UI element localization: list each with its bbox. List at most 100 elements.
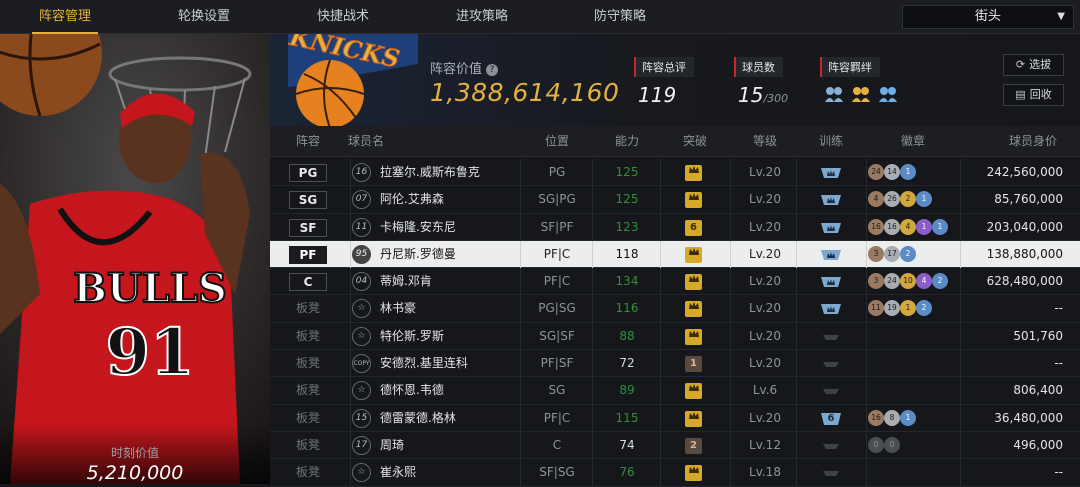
player-name[interactable]: 卡梅隆.安东尼 <box>380 214 456 241</box>
slot-badge[interactable]: C <box>289 273 327 292</box>
col-badges[interactable]: 徽章 <box>868 126 958 157</box>
player-card-art: BULLS 91 <box>0 34 270 484</box>
player-name[interactable]: 德怀恩.韦德 <box>380 377 444 404</box>
help-icon[interactable]: ? <box>486 64 499 76</box>
table-row[interactable]: 板凳 15 德雷蒙德.格林 PF|C 115 Lv.20 6 16 8 1 36,480,000 <box>270 404 1080 432</box>
training-empty-icon[interactable] <box>821 439 841 453</box>
breakthrough-crown-icon[interactable] <box>685 465 702 482</box>
badge-count: 1 <box>916 191 932 208</box>
training-crown-icon[interactable] <box>821 166 841 180</box>
player-name[interactable]: 阿伦.艾弗森 <box>380 186 444 213</box>
bond-icons[interactable] <box>824 85 900 105</box>
player-level: Lv.20 <box>749 165 781 179</box>
column-divider <box>350 213 351 241</box>
column-divider <box>520 350 521 378</box>
table-row[interactable]: PF 95 丹尼斯.罗德曼 PF|C 118 Lv.20 3 17 2 138,880,000 <box>270 240 1080 269</box>
table-row[interactable]: SF 11 卡梅隆.安东尼 SF|PF 123 6 Lv.20 16 16 4 1 1 203,040,… <box>270 213 1080 241</box>
training-crown-icon[interactable] <box>821 193 841 207</box>
recycle-button[interactable]: ▤ 回收 <box>1003 84 1064 106</box>
mode-select[interactable]: 街头 ▼ <box>902 5 1074 29</box>
badge-count: 3 <box>868 245 884 262</box>
tab-offense[interactable]: 进攻策略 <box>427 0 537 34</box>
training-crown-icon[interactable] <box>821 302 841 316</box>
col-lineup[interactable]: 阵容 <box>284 126 332 157</box>
breakthrough-badge[interactable]: 2 <box>685 437 702 454</box>
badge-list[interactable]: 16 8 1 <box>868 409 916 428</box>
col-name[interactable]: 球员名 <box>348 126 418 157</box>
badge-list[interactable]: 24 14 1 <box>868 164 916 182</box>
badge-list[interactable]: 4 26 2 1 <box>868 191 932 209</box>
player-name[interactable]: 蒂姆.邓肯 <box>380 268 432 295</box>
col-position[interactable]: 位置 <box>522 126 592 157</box>
training-crown-icon[interactable] <box>821 275 841 289</box>
player-level: Lv.20 <box>749 410 781 425</box>
table-row[interactable]: 板凳 ☆ 德怀恩.韦德 SG 89 Lv.6 806,400 <box>270 377 1080 405</box>
badge-list[interactable]: 11 19 1 2 <box>868 300 932 318</box>
badge-count: 4 <box>900 218 916 235</box>
recycle-button-label: 回收 <box>1029 88 1052 101</box>
breakthrough-crown-icon[interactable] <box>685 328 702 345</box>
col-level[interactable]: 等级 <box>730 126 800 157</box>
slot-badge[interactable]: SF <box>289 218 327 237</box>
player-name[interactable]: 崔永熙 <box>380 459 416 486</box>
bond-icon-3[interactable] <box>878 85 898 103</box>
breakthrough-badge[interactable]: 6 <box>685 219 702 236</box>
breakthrough-crown-icon[interactable] <box>685 383 702 400</box>
player-name[interactable]: 林书豪 <box>380 295 416 322</box>
select-button[interactable]: ⟳ 选拔 <box>1003 54 1064 76</box>
training-crown-icon[interactable] <box>821 221 841 235</box>
bond-icon-1[interactable] <box>824 85 844 103</box>
tab-lineup[interactable]: 阵容管理 <box>10 0 120 34</box>
player-name[interactable]: 安德烈.基里连科 <box>380 350 468 377</box>
training-empty-icon[interactable] <box>821 384 841 398</box>
slot-badge[interactable]: PF <box>289 245 327 264</box>
col-breakthrough[interactable]: 突破 <box>660 126 730 157</box>
breakthrough-crown-icon[interactable] <box>685 274 702 291</box>
breakthrough-crown-icon[interactable] <box>685 301 702 318</box>
breakthrough-crown-icon[interactable] <box>685 410 702 427</box>
player-salary: 138,880,000 <box>986 246 1063 261</box>
breakthrough-crown-icon[interactable] <box>685 192 702 209</box>
col-training[interactable]: 训练 <box>796 126 866 157</box>
badge-list[interactable]: 00 <box>868 436 900 455</box>
badge-list[interactable]: 3 17 2 <box>868 245 916 264</box>
breakthrough-crown-icon[interactable] <box>685 246 702 263</box>
player-name[interactable]: 拉塞尔.威斯布鲁克 <box>380 159 480 186</box>
star-icon: ☆ <box>352 326 371 346</box>
team-value-label-text: 阵容价值 <box>430 62 483 77</box>
table-row[interactable]: 板凳 ☆ 崔永熙 SF|SG 76 Lv.18 -- <box>270 459 1080 487</box>
col-ability[interactable]: 能力 <box>592 126 662 157</box>
table-row[interactable]: PG 16 拉塞尔.威斯布鲁克 PG 125 Lv.20 24 14 1 242,560,000 <box>270 159 1080 187</box>
col-salary[interactable]: 球员身价 <box>988 126 1078 157</box>
slot-badge[interactable]: PG <box>289 164 327 182</box>
breakthrough-badge[interactable]: 1 <box>685 356 702 373</box>
bond-icon-2[interactable] <box>851 85 871 103</box>
bonds-stat[interactable]: 阵容羁绊 <box>820 56 900 105</box>
player-name[interactable]: 特伦斯.罗斯 <box>380 323 444 350</box>
player-name[interactable]: 丹尼斯.罗德曼 <box>380 241 456 268</box>
column-divider <box>350 240 351 268</box>
table-row[interactable]: 板凳 ☆ 特伦斯.罗斯 SG|SF 88 Lv.20 501,760 <box>270 322 1080 351</box>
badge-list[interactable]: 3 24 10 4 2 <box>868 273 948 291</box>
badge-list[interactable]: 16 16 4 1 1 <box>868 218 948 237</box>
player-name[interactable]: 周琦 <box>380 432 404 459</box>
table-row[interactable]: 板凳 17 周琦 C 74 2 Lv.12 0 0 496,000 <box>270 431 1080 460</box>
player-name[interactable]: 德雷蒙德.格林 <box>380 405 456 432</box>
slot-badge[interactable]: SG <box>289 191 327 210</box>
player-salary: 85,760,000 <box>994 192 1063 207</box>
table-row[interactable]: 板凳 ☆ 林书豪 PG|SG 116 Lv.20 11 19 1 2 -- <box>270 295 1080 323</box>
bench-label: 板凳 <box>295 328 320 343</box>
featured-player-panel[interactable]: BULLS 91 时刻价值 5,210,000 <box>0 34 270 484</box>
table-row[interactable]: 板凳 COPY 安德烈.基里连科 PF|SF 72 1 Lv.20 -- <box>270 350 1080 378</box>
badge-count: 4 <box>916 273 932 290</box>
tab-quick-tactics[interactable]: 快捷战术 <box>288 0 398 34</box>
tab-defense[interactable]: 防守策略 <box>565 0 675 34</box>
tab-rotation[interactable]: 轮换设置 <box>149 0 259 34</box>
table-row[interactable]: SG 07 阿伦.艾弗森 SG|PG 125 Lv.20 4 26 2 1 85,760,000 <box>270 186 1080 214</box>
training-crown-icon[interactable] <box>821 248 841 262</box>
training-empty-icon[interactable] <box>821 466 841 480</box>
table-row[interactable]: C 04 蒂姆.邓肯 PF|C 134 Lv.20 3 24 10 4 2 628,480,000 <box>270 268 1080 296</box>
breakthrough-crown-icon[interactable] <box>685 165 702 181</box>
training-empty-icon[interactable] <box>821 330 841 344</box>
training-empty-icon[interactable] <box>821 357 841 371</box>
